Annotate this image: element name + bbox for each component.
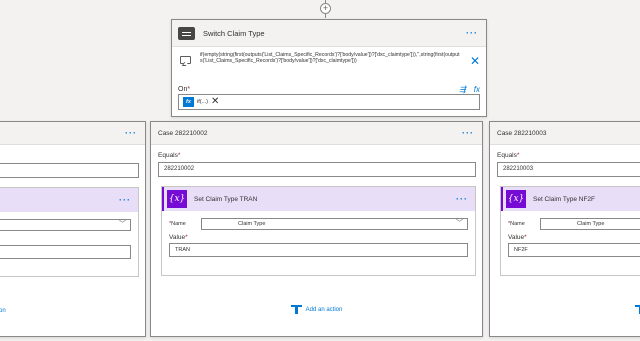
action-header[interactable]: {x} Set Claim Type TRAN ··· [162,187,475,211]
equals-input[interactable] [0,163,139,178]
on-input[interactable]: fx if(...) ✕ [178,94,480,110]
name-label: *Name [508,221,525,227]
case-card-2: Case 282210002 ··· Equals* 282210002 {x}… [150,121,483,337]
variable-icon: {x} [167,190,187,208]
switch-icon [178,26,195,40]
add-action-button[interactable]: Add an action [151,305,482,314]
chevron-down-icon: ﹀ [119,221,126,228]
action-header[interactable]: {x} Set Claim Type NF2F [501,187,640,211]
action-title: Set Claim Type NF2F [533,195,596,203]
case-header[interactable]: ··· [0,122,145,145]
close-icon[interactable]: ✕ [470,55,480,79]
required-marker: * [187,85,191,93]
equals-label: Equals* [497,152,520,159]
variable-icon: {x} [506,190,526,208]
dynamic-content-icon[interactable]: ⇶ [459,85,466,94]
action-more-button[interactable]: ··· [119,195,131,205]
case-card-3: Case 282210003 Equals* 282210003 {x} Set… [489,121,640,337]
action-title: Set Claim Type TRAN [194,195,258,203]
value-label [1,235,138,243]
switch-header[interactable]: Switch Claim Type ··· [172,20,486,47]
set-variable-action: ··· ﹀ [0,187,139,277]
set-variable-action: {x} Set Claim Type NF2F *Name Claim Type… [500,186,640,276]
value-input[interactable]: NF2F [508,243,640,257]
name-select[interactable]: Claim Type [540,218,640,230]
remove-token-icon[interactable]: ✕ [211,97,219,107]
equals-label [2,152,145,160]
equals-label: Equals* [158,152,181,159]
name-select[interactable]: ﹀ [0,219,131,231]
switch-expression: if(empty(string(first(outputs('List_Clai… [200,52,460,65]
add-action-button[interactable] [490,305,640,314]
switch-card: Switch Claim Type ··· if(empty(string(fi… [171,19,487,117]
comment-icon[interactable] [180,56,191,64]
case-title: Case 282210003 [497,129,547,137]
case-card-1: ··· ··· ﹀ on [0,121,146,337]
add-action-label: Add an action [305,306,343,313]
value-input[interactable]: TRAN [169,243,468,257]
switch-more-button[interactable]: ··· [466,28,478,38]
action-header[interactable]: ··· [0,188,138,212]
value-label: Value* [169,234,188,241]
add-action-icon [290,305,302,314]
chevron-down-icon: ﹀ [456,220,463,227]
add-action-label: on [0,308,6,314]
action-more-button[interactable]: ··· [456,194,468,204]
insert-step-icon[interactable]: + [320,3,331,14]
case-more-button[interactable]: ··· [462,128,474,138]
switch-title: Switch Claim Type [203,28,265,38]
set-variable-action: {x} Set Claim Type TRAN ··· *Name Claim … [161,186,476,276]
name-label: *Name [169,221,186,227]
case-header[interactable]: Case 282210002 ··· [151,122,482,145]
name-select[interactable]: Claim Type ﹀ [201,218,468,230]
on-label: On* [178,85,191,93]
value-label: Value* [508,234,527,241]
fx-icon: fx [183,97,194,107]
value-input[interactable] [0,245,131,259]
expression-icon[interactable]: fx [474,85,480,94]
add-action-icon [635,305,640,314]
case-title: Case 282210002 [158,129,208,137]
expression-token[interactable]: if(...) [197,99,208,105]
add-action-button[interactable]: on [0,308,145,314]
equals-input[interactable]: 282210002 [158,162,476,177]
case-more-button[interactable]: ··· [125,128,137,138]
case-header[interactable]: Case 282210003 [490,122,640,145]
equals-input[interactable]: 282210003 [497,162,640,177]
